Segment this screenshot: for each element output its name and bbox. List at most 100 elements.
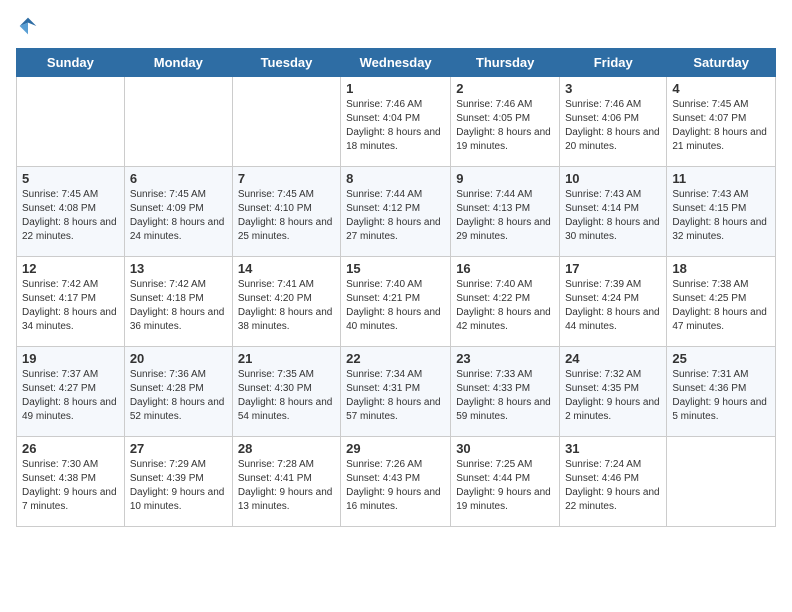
day-number: 15 — [346, 261, 445, 276]
calendar-cell: 13 Sunrise: 7:42 AM Sunset: 4:18 PM Dayli… — [124, 257, 232, 347]
day-info: Sunrise: 7:46 AM Sunset: 4:05 PM Dayligh… — [456, 98, 554, 154]
calendar-cell: 5 Sunrise: 7:45 AM Sunset: 4:08 PM Daylig… — [17, 167, 125, 257]
calendar-cell: 24 Sunrise: 7:32 AM Sunset: 4:35 PM Dayli… — [560, 347, 667, 437]
day-number: 24 — [565, 351, 661, 366]
day-info: Sunrise: 7:46 AM Sunset: 4:04 PM Dayligh… — [346, 98, 445, 154]
day-info: Sunrise: 7:34 AM Sunset: 4:31 PM Dayligh… — [346, 368, 445, 424]
calendar-cell: 4 Sunrise: 7:45 AM Sunset: 4:07 PM Daylig… — [667, 77, 776, 167]
day-info: Sunrise: 7:44 AM Sunset: 4:12 PM Dayligh… — [346, 188, 445, 244]
day-number: 27 — [130, 441, 227, 456]
day-number: 31 — [565, 441, 661, 456]
day-info: Sunrise: 7:42 AM Sunset: 4:18 PM Dayligh… — [130, 278, 227, 334]
day-info: Sunrise: 7:40 AM Sunset: 4:21 PM Dayligh… — [346, 278, 445, 334]
day-info: Sunrise: 7:40 AM Sunset: 4:22 PM Dayligh… — [456, 278, 554, 334]
calendar-cell: 12Sunrise: 7:42 AM Sunset: 4:17 PM Dayli… — [17, 257, 125, 347]
day-number: 3 — [565, 81, 661, 96]
day-info: Sunrise: 7:33 AM Sunset: 4:33 PM Dayligh… — [456, 368, 554, 424]
calendar-cell: 15 Sunrise: 7:40 AM Sunset: 4:21 PM Dayli… — [341, 257, 451, 347]
calendar-cell: 18 Sunrise: 7:38 AM Sunset: 4:25 PM Dayli… — [667, 257, 776, 347]
day-header-tuesday: Tuesday — [232, 49, 340, 77]
calendar-cell: 9Sunrise: 7:44 AM Sunset: 4:13 PM Daylig… — [451, 167, 560, 257]
day-number: 17 — [565, 261, 661, 276]
day-info: Sunrise: 7:29 AM Sunset: 4:39 PM Dayligh… — [130, 458, 227, 514]
day-info: Sunrise: 7:28 AM Sunset: 4:41 PM Dayligh… — [238, 458, 335, 514]
calendar-cell: 17 Sunrise: 7:39 AM Sunset: 4:24 PM Dayli… — [560, 257, 667, 347]
day-info: Sunrise: 7:30 AM Sunset: 4:38 PM Dayligh… — [22, 458, 119, 514]
day-number: 18 — [672, 261, 770, 276]
day-number: 13 — [130, 261, 227, 276]
calendar-cell: 2 Sunrise: 7:46 AM Sunset: 4:05 PM Daylig… — [451, 77, 560, 167]
calendar-cell: 29 Sunrise: 7:26 AM Sunset: 4:43 PM Dayli… — [341, 437, 451, 527]
day-info: Sunrise: 7:36 AM Sunset: 4:28 PM Dayligh… — [130, 368, 227, 424]
calendar-cell: 1 Sunrise: 7:46 AM Sunset: 4:04 PM Daylig… — [341, 77, 451, 167]
calendar-cell: 3Sunrise: 7:46 AM Sunset: 4:06 PM Daylig… — [560, 77, 667, 167]
day-info: Sunrise: 7:45 AM Sunset: 4:07 PM Dayligh… — [672, 98, 770, 154]
day-info: Sunrise: 7:26 AM Sunset: 4:43 PM Dayligh… — [346, 458, 445, 514]
day-info: Sunrise: 7:41 AM Sunset: 4:20 PM Dayligh… — [238, 278, 335, 334]
calendar-cell: 28 Sunrise: 7:28 AM Sunset: 4:41 PM Dayli… — [232, 437, 340, 527]
day-number: 8 — [346, 171, 445, 186]
day-number: 20 — [130, 351, 227, 366]
day-number: 4 — [672, 81, 770, 96]
calendar-cell — [232, 77, 340, 167]
day-number: 1 — [346, 81, 445, 96]
week-row-2: 5 Sunrise: 7:45 AM Sunset: 4:08 PM Daylig… — [17, 167, 776, 257]
calendar-cell: 21Sunrise: 7:35 AM Sunset: 4:30 PM Dayli… — [232, 347, 340, 437]
day-info: Sunrise: 7:37 AM Sunset: 4:27 PM Dayligh… — [22, 368, 119, 424]
day-number: 6 — [130, 171, 227, 186]
day-info: Sunrise: 7:32 AM Sunset: 4:35 PM Dayligh… — [565, 368, 661, 424]
day-number: 14 — [238, 261, 335, 276]
calendar-cell: 30 Sunrise: 7:25 AM Sunset: 4:44 PM Dayli… — [451, 437, 560, 527]
day-number: 2 — [456, 81, 554, 96]
day-header-saturday: Saturday — [667, 49, 776, 77]
day-header-wednesday: Wednesday — [341, 49, 451, 77]
day-number: 25 — [672, 351, 770, 366]
calendar-cell: 22Sunrise: 7:34 AM Sunset: 4:31 PM Dayli… — [341, 347, 451, 437]
week-row-3: 12Sunrise: 7:42 AM Sunset: 4:17 PM Dayli… — [17, 257, 776, 347]
logo — [16, 16, 38, 36]
day-number: 5 — [22, 171, 119, 186]
calendar-cell: 25 Sunrise: 7:31 AM Sunset: 4:36 PM Dayli… — [667, 347, 776, 437]
day-number: 21 — [238, 351, 335, 366]
logo-icon — [18, 16, 38, 36]
week-row-1: 1 Sunrise: 7:46 AM Sunset: 4:04 PM Daylig… — [17, 77, 776, 167]
calendar-cell: 27 Sunrise: 7:29 AM Sunset: 4:39 PM Dayli… — [124, 437, 232, 527]
day-header-sunday: Sunday — [17, 49, 125, 77]
calendar-cell: 6 Sunrise: 7:45 AM Sunset: 4:09 PM Daylig… — [124, 167, 232, 257]
day-info: Sunrise: 7:24 AM Sunset: 4:46 PM Dayligh… — [565, 458, 661, 514]
day-info: Sunrise: 7:45 AM Sunset: 4:08 PM Dayligh… — [22, 188, 119, 244]
calendar-table: SundayMondayTuesdayWednesdayThursdayFrid… — [16, 48, 776, 527]
day-info: Sunrise: 7:42 AM Sunset: 4:17 PM Dayligh… — [22, 278, 119, 334]
calendar-cell: 31 Sunrise: 7:24 AM Sunset: 4:46 PM Dayli… — [560, 437, 667, 527]
calendar-cell: 14 Sunrise: 7:41 AM Sunset: 4:20 PM Dayli… — [232, 257, 340, 347]
calendar-cell: 23 Sunrise: 7:33 AM Sunset: 4:33 PM Dayli… — [451, 347, 560, 437]
calendar-cell — [17, 77, 125, 167]
calendar-cell: 19Sunrise: 7:37 AM Sunset: 4:27 PM Dayli… — [17, 347, 125, 437]
calendar-cell: 10 Sunrise: 7:43 AM Sunset: 4:14 PM Dayli… — [560, 167, 667, 257]
day-info: Sunrise: 7:25 AM Sunset: 4:44 PM Dayligh… — [456, 458, 554, 514]
day-number: 7 — [238, 171, 335, 186]
day-info: Sunrise: 7:38 AM Sunset: 4:25 PM Dayligh… — [672, 278, 770, 334]
day-info: Sunrise: 7:45 AM Sunset: 4:09 PM Dayligh… — [130, 188, 227, 244]
day-number: 23 — [456, 351, 554, 366]
week-row-5: 26Sunrise: 7:30 AM Sunset: 4:38 PM Dayli… — [17, 437, 776, 527]
day-number: 28 — [238, 441, 335, 456]
calendar-cell: 8 Sunrise: 7:44 AM Sunset: 4:12 PM Daylig… — [341, 167, 451, 257]
day-number: 11 — [672, 171, 770, 186]
day-header-friday: Friday — [560, 49, 667, 77]
day-number: 29 — [346, 441, 445, 456]
day-info: Sunrise: 7:43 AM Sunset: 4:14 PM Dayligh… — [565, 188, 661, 244]
day-info: Sunrise: 7:31 AM Sunset: 4:36 PM Dayligh… — [672, 368, 770, 424]
calendar-cell — [124, 77, 232, 167]
day-info: Sunrise: 7:43 AM Sunset: 4:15 PM Dayligh… — [672, 188, 770, 244]
day-info: Sunrise: 7:39 AM Sunset: 4:24 PM Dayligh… — [565, 278, 661, 334]
day-info: Sunrise: 7:45 AM Sunset: 4:10 PM Dayligh… — [238, 188, 335, 244]
page-header — [16, 16, 776, 36]
calendar-cell: 7 Sunrise: 7:45 AM Sunset: 4:10 PM Daylig… — [232, 167, 340, 257]
calendar-cell — [667, 437, 776, 527]
day-number: 9 — [456, 171, 554, 186]
calendar-cell: 20 Sunrise: 7:36 AM Sunset: 4:28 PM Dayli… — [124, 347, 232, 437]
calendar-cell: 16Sunrise: 7:40 AM Sunset: 4:22 PM Dayli… — [451, 257, 560, 347]
day-number: 10 — [565, 171, 661, 186]
day-number: 30 — [456, 441, 554, 456]
